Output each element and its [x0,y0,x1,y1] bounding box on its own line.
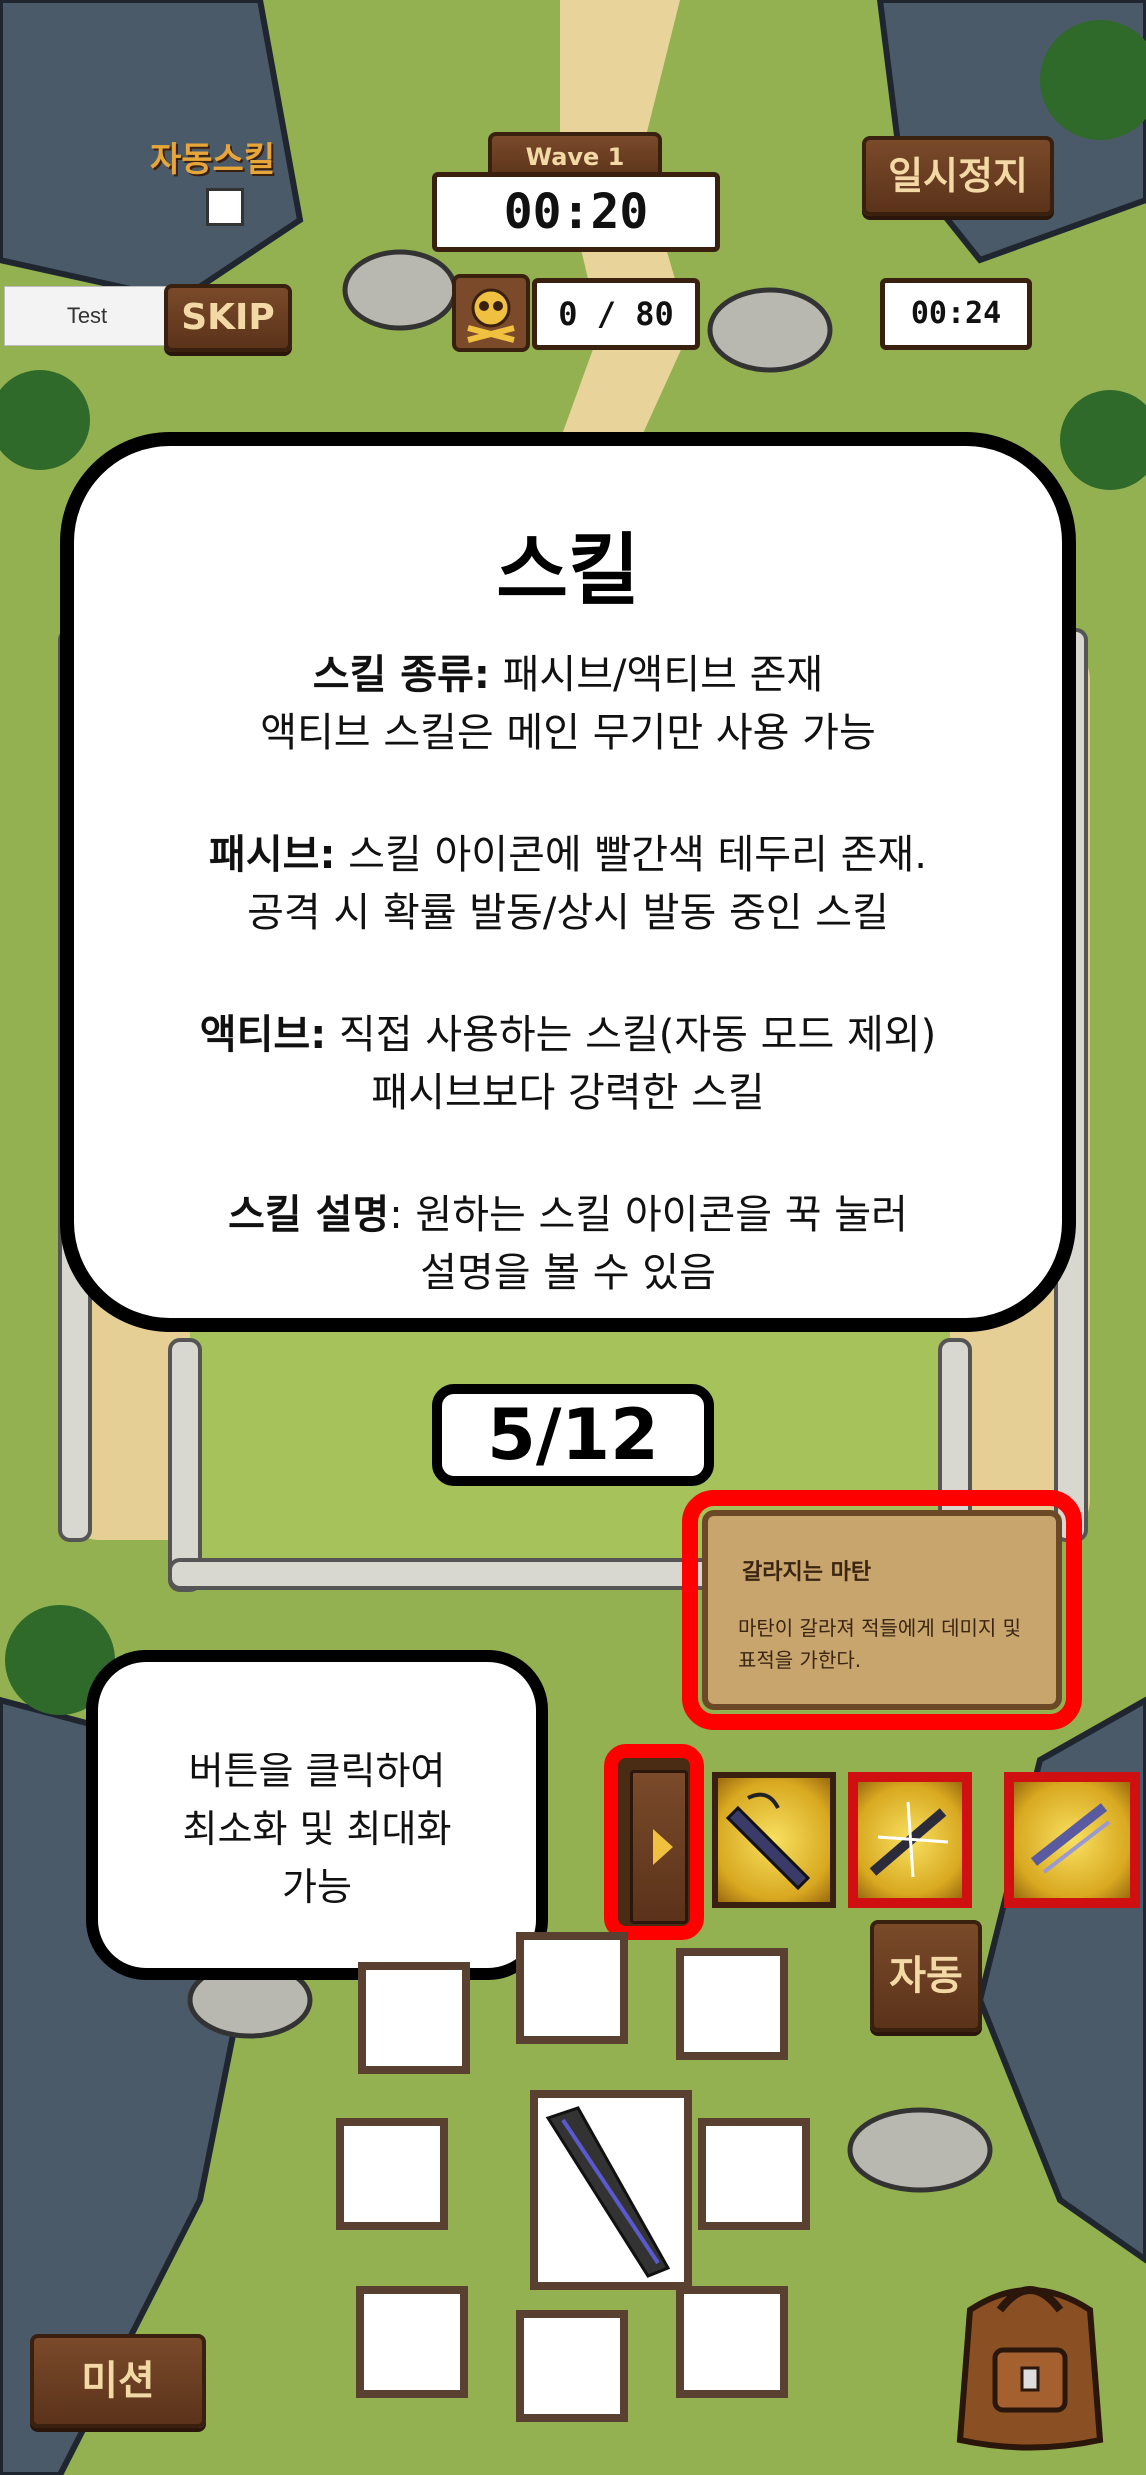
tutorial-paragraph: 스킬 종류: 패시브/액티브 존재 액티브 스킬은 메인 무기만 사용 가능 [74,646,1062,762]
skill-tooltip-description: 마탄이 갈라져 적들에게 데미지 및 표적을 가한다. [738,1616,1022,1672]
skill-tooltip-name: 갈라지는 마탄 [742,1560,872,1585]
auto-skill-label: 자동스킬 [150,140,276,180]
auto-skill-checkbox[interactable] [206,188,244,226]
test-button[interactable]: Test [4,286,170,346]
tutorial-page-indicator: 5/12 [432,1384,714,1486]
paragraph-line: 액티브 스킬은 메인 무기만 사용 가능 [260,710,876,756]
equipment-slot[interactable] [516,2310,628,2422]
skill-slot-passive[interactable] [848,1772,972,1908]
wave-timer: 00:20 [432,172,720,252]
paragraph-line: 패시브보다 강력한 스킬 [371,1070,765,1116]
paragraph-heading: 패시브: [209,832,336,878]
gun-icon [725,1792,811,1891]
paragraph-line: : 원하는 스킬 아이콘을 꾹 눌러 [389,1192,908,1238]
skill-bar-toggle-button[interactable] [604,1744,704,1940]
equipment-slot[interactable] [698,2118,810,2230]
hint-line: 버튼을 클릭하여 [188,1749,446,1793]
skill-slot-active[interactable] [712,1772,836,1908]
equipment-slot[interactable] [676,2286,788,2398]
hint-line: 최소화 및 최대화 [182,1807,452,1851]
gun-icon [545,2106,671,2278]
paragraph-line: 직접 사용하는 스킬(자동 모드 제외) [326,1012,937,1058]
auto-button[interactable]: 자동 [870,1920,982,2032]
tutorial-card: 스킬 스킬 종류: 패시브/액티브 존재 액티브 스킬은 메인 무기만 사용 가… [60,432,1076,1332]
equipment-slot[interactable] [358,1962,470,2074]
skull-icon [452,274,530,352]
hint-line: 가능 [282,1865,352,1909]
paragraph-line: 설명을 볼 수 있음 [420,1250,716,1296]
hint-card: 버튼을 클릭하여 최소화 및 최대화 가능 [86,1650,548,1980]
equipment-slot[interactable] [356,2286,468,2398]
equipment-slot[interactable] [336,2118,448,2230]
paragraph-line: 스킬 아이콘에 빨간색 테두리 존재. [335,832,927,878]
equipment-slot[interactable] [516,1932,628,2044]
gun-icon [869,1801,949,1878]
paragraph-line: 공격 시 확률 발동/상시 발동 중인 스킬 [247,890,889,936]
paragraph-heading: 스킬 설명 [228,1192,390,1238]
gun-icon [1030,1803,1111,1874]
backpack-icon[interactable] [940,2250,1120,2460]
skill-tooltip: 갈라지는 마탄 마탄이 갈라져 적들에게 데미지 및 표적을 가한다. [682,1490,1082,1730]
mission-button[interactable]: 미션 [30,2334,206,2428]
tutorial-paragraph: 패시브: 스킬 아이콘에 빨간색 테두리 존재. 공격 시 확률 발동/상시 발… [74,826,1062,942]
equipment-slot[interactable] [676,1948,788,2060]
tutorial-title: 스킬 [496,526,640,616]
skill-slot-passive[interactable] [1004,1772,1140,1908]
chevron-right-icon [653,1829,673,1865]
pause-button[interactable]: 일시정지 [862,136,1054,216]
side-timer: 00:24 [880,278,1032,350]
paragraph-heading: 액티브: [199,1012,327,1058]
paragraph-heading: 스킬 종류: [312,652,490,698]
tutorial-paragraph: 액티브: 직접 사용하는 스킬(자동 모드 제외) 패시브보다 강력한 스킬 [74,1006,1062,1122]
main-weapon-slot[interactable] [530,2090,692,2290]
skip-button[interactable]: SKIP [164,284,292,352]
kill-counter: 0 / 80 [532,278,700,350]
paragraph-line: 패시브/액티브 존재 [489,652,824,698]
tutorial-paragraph: 스킬 설명: 원하는 스킬 아이콘을 꾹 눌러 설명을 볼 수 있음 [74,1186,1062,1302]
toggle-button-face [630,1770,688,1924]
